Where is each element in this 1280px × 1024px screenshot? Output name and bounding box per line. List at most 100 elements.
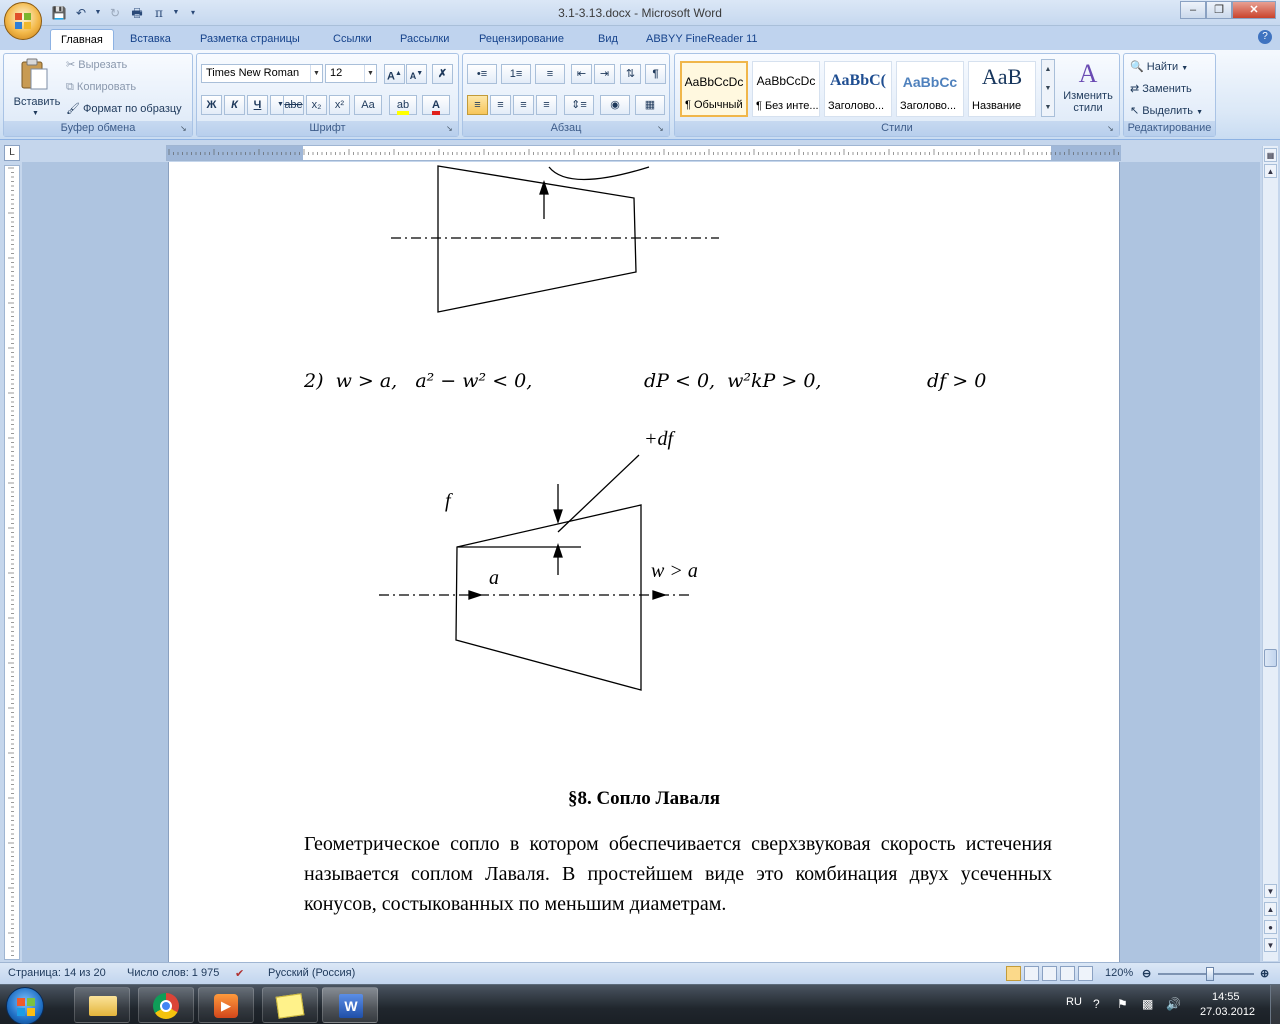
restore-button[interactable]: ❐	[1206, 1, 1232, 19]
align-center-icon[interactable]: ≡	[490, 95, 511, 115]
taskbar-word[interactable]: W	[322, 987, 378, 1023]
underline-button[interactable]: Ч	[247, 95, 268, 115]
close-button[interactable]: ✕	[1232, 1, 1276, 19]
dialog-launcher-icon[interactable]: ↘	[446, 124, 456, 134]
clock-time[interactable]: 14:55	[1212, 991, 1240, 1003]
taskbar-media-player[interactable]: ▶	[198, 987, 254, 1023]
web-layout-view-icon[interactable]	[1042, 966, 1057, 981]
next-page-button[interactable]: ▼	[1264, 938, 1277, 952]
ruler-toggle-icon[interactable]: ▦	[1264, 148, 1277, 162]
change-case-button[interactable]: Aa	[354, 95, 382, 115]
taskbar-chrome[interactable]	[138, 987, 194, 1023]
full-screen-reading-view-icon[interactable]	[1024, 966, 1039, 981]
change-styles-button[interactable]: A Изменить стили	[1059, 58, 1117, 120]
show-desktop-button[interactable]	[1270, 985, 1280, 1024]
superscript-button[interactable]: x²	[329, 95, 350, 115]
dialog-launcher-icon[interactable]: ↘	[1107, 124, 1117, 134]
cut-button[interactable]: ✂ Вырезать	[66, 56, 127, 74]
proofing-icon[interactable]: ✔	[235, 967, 244, 980]
grow-font-button[interactable]: A▲	[384, 64, 405, 84]
language-tray[interactable]: RU	[1066, 996, 1082, 1008]
help-icon[interactable]: ?	[1258, 30, 1272, 44]
clock-date[interactable]: 27.03.2012	[1200, 1006, 1255, 1018]
numbering-icon[interactable]: 1≡	[501, 64, 531, 84]
decrease-indent-icon[interactable]: ⇤	[571, 64, 592, 84]
page-counter[interactable]: Страница: 14 из 20	[8, 967, 106, 979]
tab-view[interactable]: Вид	[588, 29, 628, 50]
shrink-font-button[interactable]: A▼	[406, 64, 427, 84]
draft-view-icon[interactable]	[1078, 966, 1093, 981]
horizontal-ruler[interactable]	[166, 145, 1121, 161]
scroll-thumb[interactable]	[1264, 649, 1277, 667]
tab-mailings[interactable]: Рассылки	[390, 29, 459, 50]
zoom-slider-thumb[interactable]	[1206, 967, 1214, 981]
zoom-level[interactable]: 120%	[1105, 967, 1133, 979]
language-indicator[interactable]: Русский (Россия)	[268, 967, 355, 979]
format-painter-button[interactable]: 🖌 Формат по образцу	[66, 100, 182, 118]
zoom-in-icon[interactable]: ⊕	[1260, 967, 1269, 980]
bullets-icon[interactable]: •≡	[467, 64, 497, 84]
start-button[interactable]	[6, 987, 44, 1024]
styles-scroll[interactable]: ▲ ▼ ▼	[1041, 59, 1055, 117]
tab-selector[interactable]: L	[4, 145, 20, 161]
highlight-icon[interactable]: ab	[389, 95, 417, 115]
font-color-icon[interactable]: A	[422, 95, 450, 115]
document-page[interactable]: 2) w > a, a² − w² < 0, dP < 0, w²kP > 0,…	[168, 162, 1120, 962]
browse-object-button[interactable]: ●	[1264, 920, 1277, 934]
vertical-ruler[interactable]	[4, 165, 20, 960]
outline-view-icon[interactable]	[1060, 966, 1075, 981]
flag-icon[interactable]: ⚑	[1117, 997, 1128, 1011]
multilevel-list-icon[interactable]: ≡	[535, 64, 565, 84]
vertical-scrollbar[interactable]: ▦ ▲ ▼ ▲ ● ▼	[1262, 146, 1278, 961]
tab-page-layout[interactable]: Разметка страницы	[190, 29, 310, 50]
font-name-combo[interactable]: Times New Roman ▼	[201, 64, 323, 83]
document-area[interactable]: 2) w > a, a² − w² < 0, dP < 0, w²kP > 0,…	[22, 162, 1260, 962]
font-size-combo[interactable]: 12 ▼	[325, 64, 377, 83]
pilcrow-icon[interactable]: ¶	[645, 64, 666, 84]
style-title[interactable]: AaB Название	[968, 61, 1036, 117]
line-spacing-icon[interactable]: ⇕≡	[564, 95, 594, 115]
italic-button[interactable]: К	[224, 95, 245, 115]
subscript-button[interactable]: x₂	[306, 95, 327, 115]
word-count[interactable]: Число слов: 1 975	[127, 967, 219, 979]
tab-home[interactable]: Главная	[50, 29, 114, 50]
find-button[interactable]: 🔍 Найти ▼	[1130, 58, 1188, 76]
dialog-launcher-icon[interactable]: ↘	[180, 124, 190, 134]
chevron-down-icon[interactable]: ▼	[364, 65, 376, 82]
increase-indent-icon[interactable]: ⇥	[594, 64, 615, 84]
strikethrough-button[interactable]: abe	[283, 95, 304, 115]
print-layout-view-icon[interactable]	[1006, 966, 1021, 981]
tab-review[interactable]: Рецензирование	[469, 29, 574, 50]
zoom-out-icon[interactable]: ⊖	[1142, 967, 1151, 980]
chevron-down-icon[interactable]: ▼	[310, 65, 322, 82]
justify-icon[interactable]: ≡	[536, 95, 557, 115]
office-button[interactable]	[4, 2, 42, 40]
sort-icon[interactable]: ⇅	[620, 64, 641, 84]
copy-button[interactable]: ⧉ Копировать	[66, 78, 136, 96]
shading-icon[interactable]: ◉	[600, 95, 630, 115]
help-tray-icon[interactable]: ?	[1093, 997, 1100, 1011]
network-icon[interactable]: ▩	[1142, 997, 1153, 1011]
style-normal[interactable]: AaBbCcDc ¶ Обычный	[680, 61, 748, 117]
paste-button[interactable]: Вставить ▼	[12, 58, 60, 117]
tab-abbyy[interactable]: ABBYY FineReader 11	[636, 29, 768, 50]
replace-button[interactable]: ⇄ Заменить	[1130, 80, 1192, 98]
bold-button[interactable]: Ж	[201, 95, 222, 115]
tab-insert[interactable]: Вставка	[120, 29, 181, 50]
borders-icon[interactable]: ▦	[635, 95, 665, 115]
align-right-icon[interactable]: ≡	[513, 95, 534, 115]
clear-format-icon[interactable]: ✗	[432, 64, 453, 84]
taskbar-explorer[interactable]	[74, 987, 130, 1023]
align-left-icon[interactable]: ≡	[467, 95, 488, 115]
minimize-button[interactable]: –	[1180, 1, 1206, 19]
scroll-down-button[interactable]: ▼	[1264, 884, 1277, 898]
style-heading-2[interactable]: AaBbCc Заголово...	[896, 61, 964, 117]
dialog-launcher-icon[interactable]: ↘	[657, 124, 667, 134]
previous-page-button[interactable]: ▲	[1264, 902, 1277, 916]
style-no-spacing[interactable]: AaBbCcDc ¶ Без инте...	[752, 61, 820, 117]
style-heading-1[interactable]: AaBbC( Заголово...	[824, 61, 892, 117]
taskbar-sticky-notes[interactable]	[262, 987, 318, 1023]
scroll-up-button[interactable]: ▲	[1264, 164, 1277, 178]
volume-icon[interactable]: 🔊	[1166, 997, 1181, 1011]
select-button[interactable]: ↖ Выделить ▼	[1130, 102, 1203, 120]
